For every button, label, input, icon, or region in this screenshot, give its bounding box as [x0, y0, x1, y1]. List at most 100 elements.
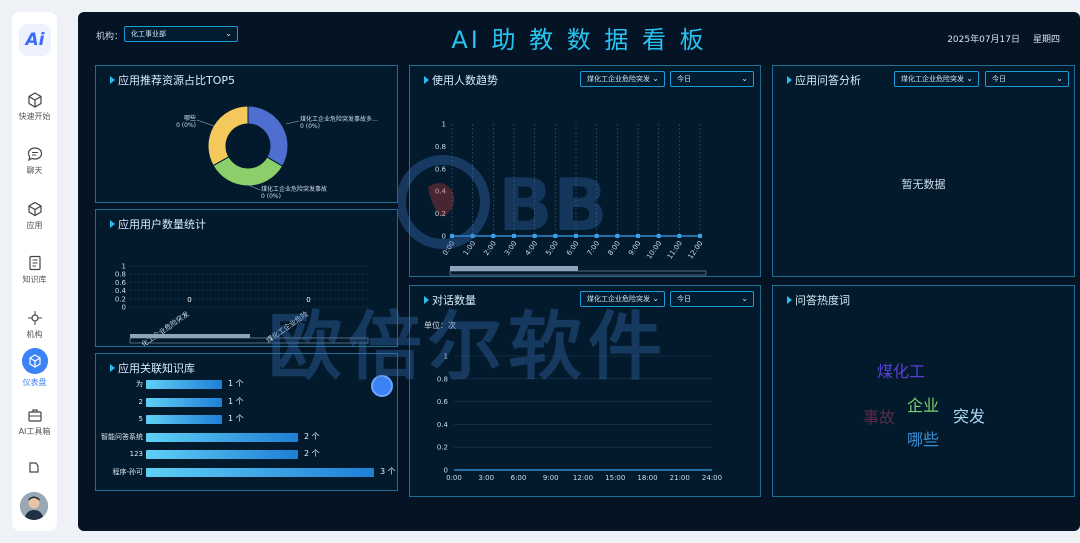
y-tick: 0.2 [437, 444, 448, 452]
current-weekday: 星期四 [1032, 35, 1060, 45]
y-tick: 0.2 [115, 295, 126, 303]
data-point [450, 234, 454, 238]
panel-dialog: 对话数量 煤化工企业危险突发 ⌄ 今日 ⌄ 单位：次 0 0.2 0.4 0.6 0.8… [409, 285, 761, 497]
kb-value: 1 个 [228, 414, 244, 423]
usage-line-chart: 00.20.40.60.810:00 1:00 2:00 3:00 4:00 5:00 6:… [435, 121, 707, 276]
kb-label: 123 [129, 450, 143, 458]
current-date: 2025年07月17日 [947, 35, 1020, 45]
chevron-down-icon: ⌄ [1056, 74, 1063, 83]
y-tick: 1 [122, 263, 126, 271]
sidebar-item-more[interactable] [12, 460, 57, 479]
x-tick: 0:00 [446, 474, 462, 482]
x-tick: 11:00 [666, 240, 684, 261]
data-point [594, 234, 599, 238]
sidebar-item-label: 机构 [26, 330, 43, 339]
kb-value: 1 个 [228, 379, 244, 388]
data-point [512, 234, 516, 238]
hotword[interactable]: 哪些 [907, 426, 939, 450]
panel-title: 问答热度词 [787, 292, 850, 308]
donut-slice [212, 156, 284, 187]
kb-row: 123 2 个 [96, 448, 397, 462]
kb-bar [146, 432, 298, 442]
kb-row: 5 1 个 [96, 413, 397, 427]
hotword[interactable]: 煤化工 [877, 358, 925, 382]
kb-row: 2 1 个 [96, 396, 397, 410]
y-tick: 0.6 [437, 398, 449, 406]
app-logo[interactable]: Ai [19, 24, 51, 56]
y-tick: 0.6 [435, 165, 447, 173]
hotword[interactable]: 事故 [863, 404, 895, 428]
x-tick: 2:00 [482, 240, 498, 257]
data-point [491, 234, 496, 238]
y-tick: 0 [442, 233, 446, 241]
panel-qa: 应用问答分析 煤化工企业危险突发 ⌄ 今日 ⌄ 暂无数据 [772, 65, 1075, 277]
kb-row: 智能问答系统 2 个 [96, 431, 397, 445]
panel-users: 应用用户数量统计 0 0.2 0.4 0.6 0.8 1 0 化工企业危险突发 0 煤化工企业危险 [95, 209, 398, 347]
donut-chart: 煤化工企业危险突发事故多…0 (0%)煤化工企业危险突发事故0 (0%)哪些0 … [176, 105, 378, 200]
sidebar-item-label: 应用 [26, 221, 43, 230]
x-tick: 24:00 [702, 474, 722, 482]
x-tick: 12:00 [687, 240, 705, 261]
hotword[interactable]: 企业 [907, 392, 939, 416]
x-tick: 12:00 [573, 474, 593, 482]
kb-label: 为 [136, 380, 143, 388]
sidebar-item-toolbox[interactable]: AI工具箱 [12, 407, 57, 437]
kb-bar [146, 380, 222, 389]
zoom-handle [130, 334, 250, 338]
data-point [532, 234, 537, 238]
x-tick: 10:00 [645, 240, 663, 261]
y-tick: 0.4 [115, 287, 127, 295]
data-point [470, 234, 475, 238]
y-tick: 0.6 [115, 279, 127, 287]
zoom-handle [450, 266, 578, 271]
sidebar: Ai 快速开始 聊天 应用 知识库 机构 仪表盘 AI工具箱 [12, 12, 57, 531]
y-tick: 0.8 [435, 143, 446, 151]
sidebar-item-chat[interactable]: 聊天 [12, 146, 57, 176]
qa-app-select[interactable]: 煤化工企业危险突发 ⌄ [894, 71, 979, 87]
data-point [553, 234, 558, 238]
select-value: 煤化工企业危险突发 [901, 75, 964, 83]
y-tick: 1 [444, 353, 448, 361]
slice-name: 煤化工企业危险突发事故 [261, 185, 327, 193]
data-point [656, 234, 661, 238]
sidebar-item-dashboard[interactable]: 仪表盘 [12, 348, 57, 388]
kb-value: 2 个 [304, 449, 320, 458]
sidebar-item-label: 快速开始 [18, 112, 51, 121]
y-tick: 1 [442, 121, 446, 129]
slice-value: 0 (0%) [300, 123, 320, 130]
x-tick: 3:00 [478, 474, 494, 482]
kb-label: 程序-孙可 [112, 467, 143, 476]
avatar[interactable] [20, 492, 48, 520]
data-label: 0 [187, 296, 191, 304]
x-tick: 21:00 [670, 474, 690, 482]
org-icon [27, 311, 42, 325]
slice-name: 哪些 [184, 114, 196, 122]
data-point [677, 234, 682, 238]
qa-day-select[interactable]: 今日 ⌄ [985, 71, 1069, 87]
x-tick: 0:00 [441, 240, 457, 257]
hotword[interactable]: 突发 [953, 403, 985, 427]
book-icon [28, 255, 41, 271]
data-point [574, 234, 578, 238]
x-tick: 化工企业危险突发 [140, 309, 191, 346]
x-tick: 15:00 [605, 474, 625, 482]
sidebar-item-apps[interactable]: 应用 [12, 201, 57, 231]
data-label: 0 [306, 296, 310, 304]
zoom-slider [449, 270, 707, 276]
slice-value: 0 (0%) [261, 193, 281, 200]
x-tick: 煤化工企业危险 [264, 309, 309, 344]
x-tick: 1:00 [462, 240, 478, 257]
sidebar-item-quickstart[interactable]: 快速开始 [12, 92, 57, 122]
kb-label: 5 [138, 415, 143, 423]
kb-value: 1 个 [228, 396, 244, 406]
panel-title: 应用关联知识库 [110, 360, 195, 376]
sidebar-item-org[interactable]: 机构 [12, 310, 57, 340]
sidebar-item-knowledge[interactable]: 知识库 [12, 255, 57, 285]
x-tick: 7:00 [586, 240, 602, 257]
avatar-icon [20, 492, 48, 520]
panel-usage: 使用人数趋势 煤化工企业危险突发 ⌄ 今日 ⌄ 0 0.2 0.4 0.6 0.8 1 0:… [409, 65, 761, 277]
users-bar-chart: 00.20.40.60.810化工企业危险突发0煤化工企业危险 [115, 263, 369, 346]
kb-value: 2 个 [304, 431, 320, 441]
zoom-slider [129, 337, 369, 344]
float-button[interactable] [371, 375, 393, 397]
